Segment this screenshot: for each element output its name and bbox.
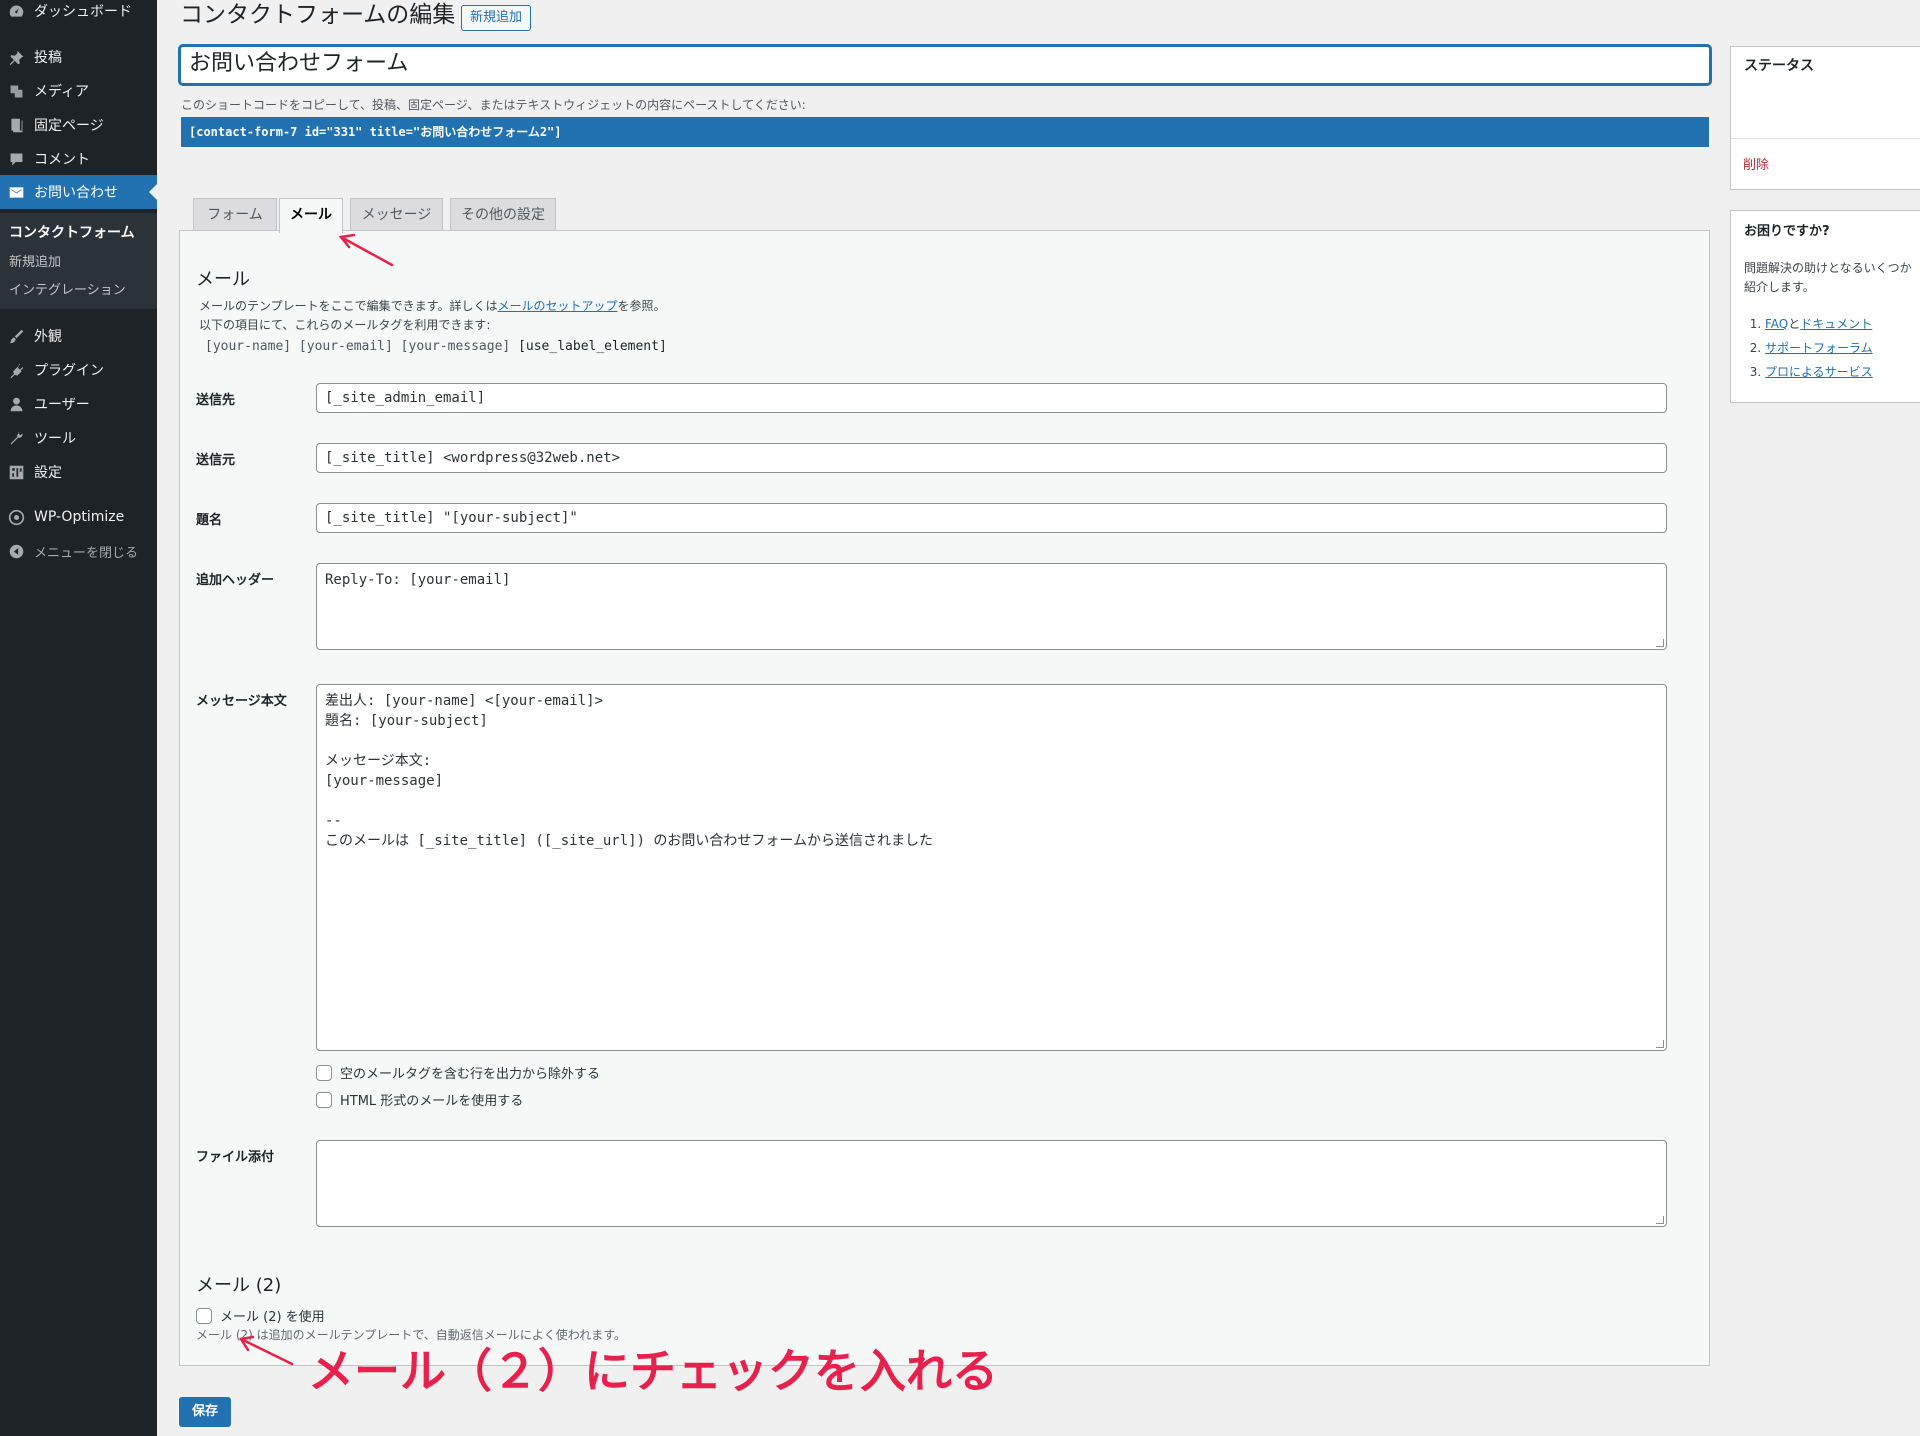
tab-mail[interactable]: メール bbox=[279, 198, 343, 233]
arrow-to-mail-tab bbox=[338, 233, 394, 267]
annotation-text: メール（２）にチェックを入れる bbox=[308, 1344, 998, 1398]
arrow-to-mail2-checkbox bbox=[238, 1335, 294, 1366]
